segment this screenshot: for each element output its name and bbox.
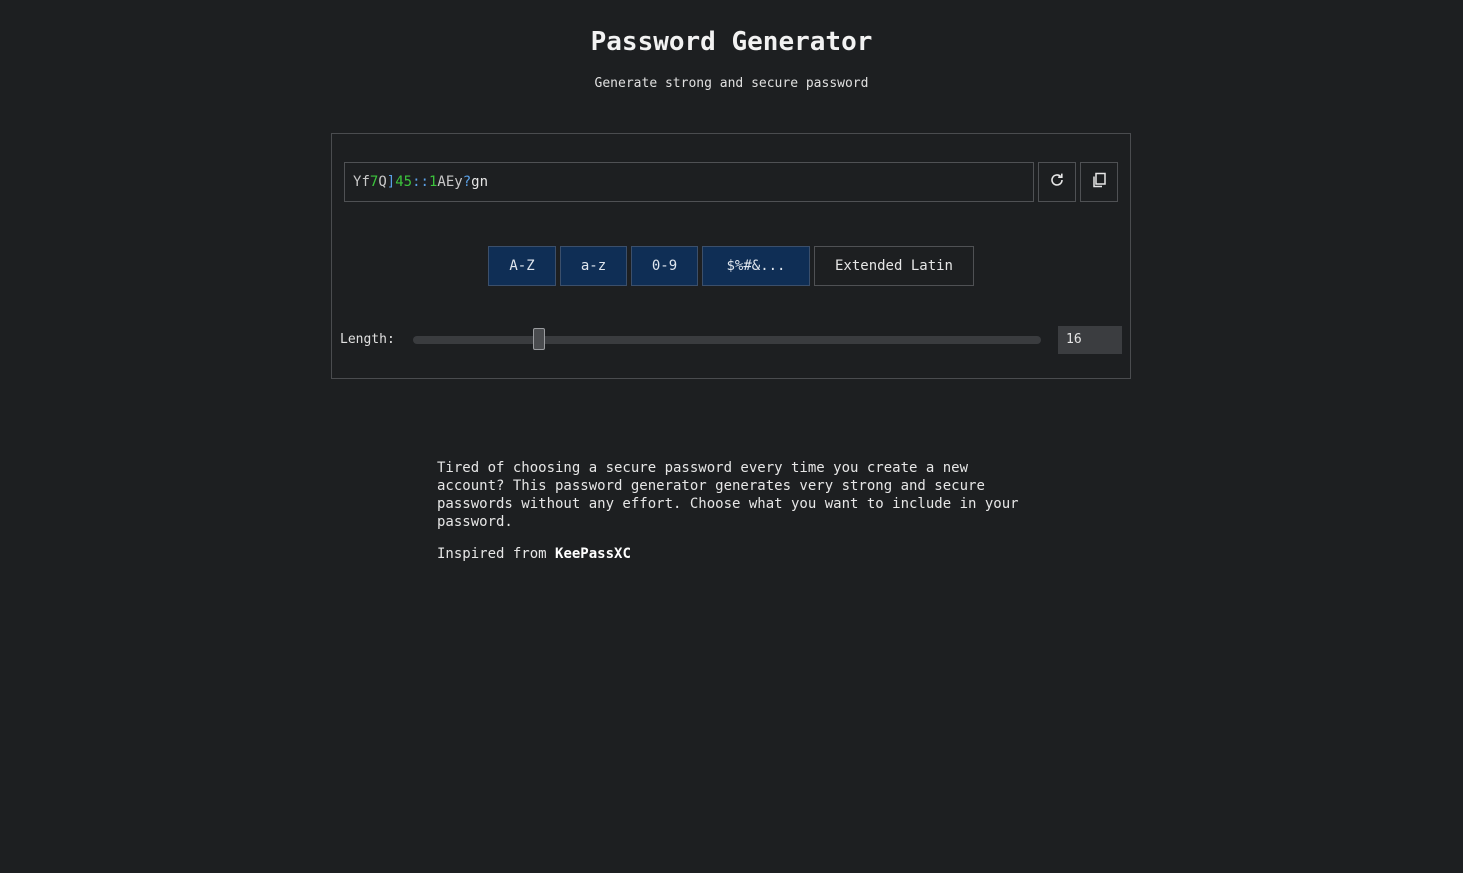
charset-uppercase-button[interactable]: A-Z <box>488 246 556 286</box>
length-label: Length: <box>340 332 395 347</box>
charset-digits-button[interactable]: 0-9 <box>631 246 698 286</box>
length-input[interactable]: 16 <box>1058 326 1122 354</box>
charset-extended-latin-button[interactable]: Extended Latin <box>814 246 974 286</box>
copy-button[interactable] <box>1080 162 1118 202</box>
length-slider-thumb[interactable] <box>532 328 545 350</box>
password-output[interactable]: Yf7Q]45::1AEy?gn <box>344 162 1034 202</box>
password-char: g <box>471 174 480 190</box>
page-subtitle: Generate strong and secure password <box>594 76 869 91</box>
refresh-icon <box>1049 172 1065 192</box>
password-char: y <box>454 174 463 190</box>
password-char: ] <box>386 174 396 190</box>
password-char: : <box>412 174 421 190</box>
description-text: Tired of choosing a secure password ever… <box>437 460 1019 530</box>
password-char: : <box>420 174 429 190</box>
generator-panel: Yf7Q]45::1AEy?gn A-Z a-z 0-9 $%#&... Ext… <box>331 133 1131 379</box>
password-char: ? <box>462 174 472 190</box>
credit-link[interactable]: KeePassXC <box>555 546 631 562</box>
description: Tired of choosing a secure password ever… <box>437 459 1037 577</box>
page-title: Password Generator <box>590 27 873 57</box>
regenerate-button[interactable] <box>1038 162 1076 202</box>
password-char: n <box>479 174 488 190</box>
copy-icon <box>1091 172 1107 192</box>
password-char: Q <box>378 174 387 190</box>
charset-options: A-Z a-z 0-9 $%#&... Extended Latin <box>488 246 974 286</box>
length-slider-track[interactable] <box>413 336 1041 344</box>
password-char: A <box>437 174 446 190</box>
credit-line: Inspired from KeePassXC <box>437 545 1037 563</box>
charset-lowercase-button[interactable]: a-z <box>560 246 627 286</box>
password-char: E <box>445 174 455 190</box>
password-char: f <box>361 174 370 190</box>
credit-prefix: Inspired from <box>437 546 556 562</box>
password-char: 5 <box>403 174 413 190</box>
password-char: 4 <box>395 174 404 190</box>
charset-symbols-button[interactable]: $%#&... <box>702 246 810 286</box>
